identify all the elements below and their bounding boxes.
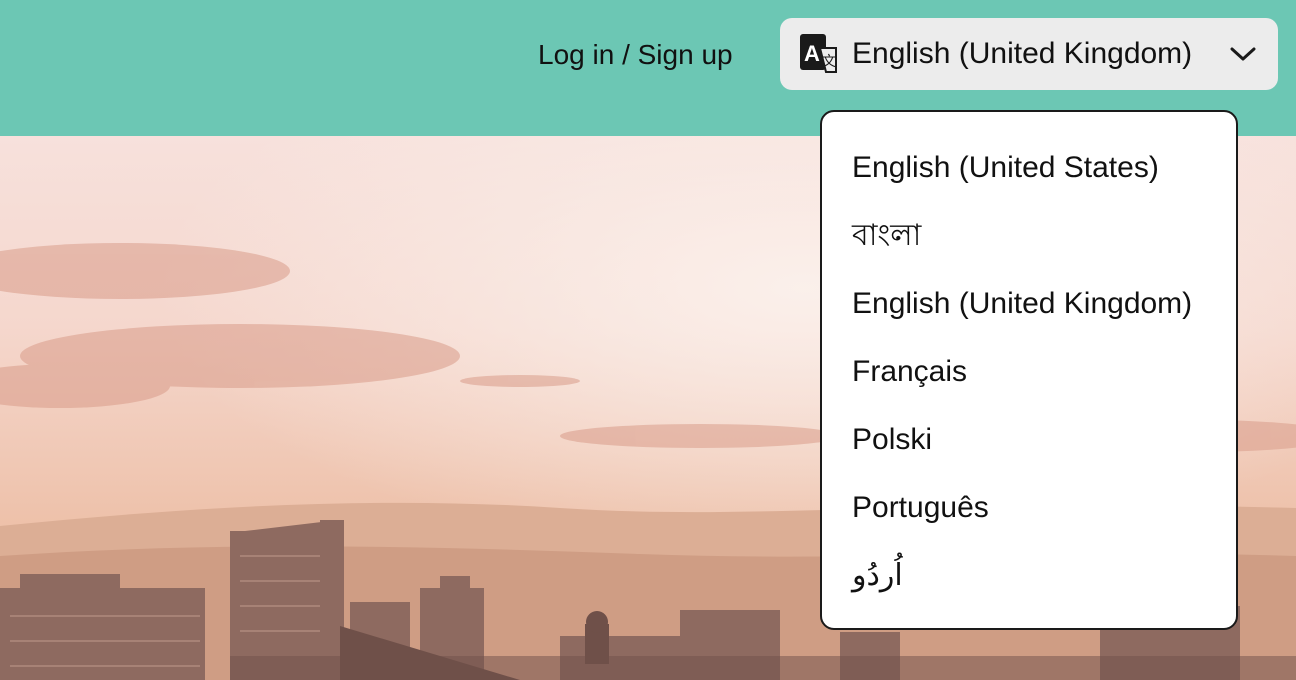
login-signup-link[interactable]: Log in / Sign up: [538, 36, 733, 74]
translate-icon: A 文: [800, 34, 837, 73]
language-option-label: اُردُو: [852, 559, 903, 592]
language-option-bn[interactable]: বাংলা: [822, 202, 1236, 270]
svg-text:文: 文: [822, 54, 836, 70]
chevron-down-icon: [1230, 47, 1256, 61]
language-selector-button[interactable]: A 文 English (United Kingdom): [780, 18, 1278, 90]
language-option-label: Polski: [852, 423, 933, 456]
language-option-pt[interactable]: Português: [822, 474, 1236, 542]
language-option-fr[interactable]: Français: [822, 338, 1236, 406]
language-option-label: Português: [852, 491, 989, 524]
language-option-en-us[interactable]: English (United States): [822, 134, 1236, 202]
svg-text:A: A: [804, 41, 820, 66]
page: Log in / Sign up A 文 English (United Kin…: [0, 0, 1296, 680]
language-option-label: English (United Kingdom): [852, 287, 1193, 320]
language-option-label: বাংলা: [852, 219, 922, 252]
language-dropdown-menu: English (United States) বাংলা English (U…: [820, 110, 1238, 630]
language-option-en-gb[interactable]: English (United Kingdom): [822, 270, 1236, 338]
language-option-label: English (United States): [852, 151, 1159, 184]
language-option-ur[interactable]: اُردُو: [822, 542, 1236, 610]
language-option-pl[interactable]: Polski: [822, 406, 1236, 474]
current-language-label: English (United Kingdom): [852, 37, 1193, 70]
language-option-label: Français: [852, 355, 968, 388]
